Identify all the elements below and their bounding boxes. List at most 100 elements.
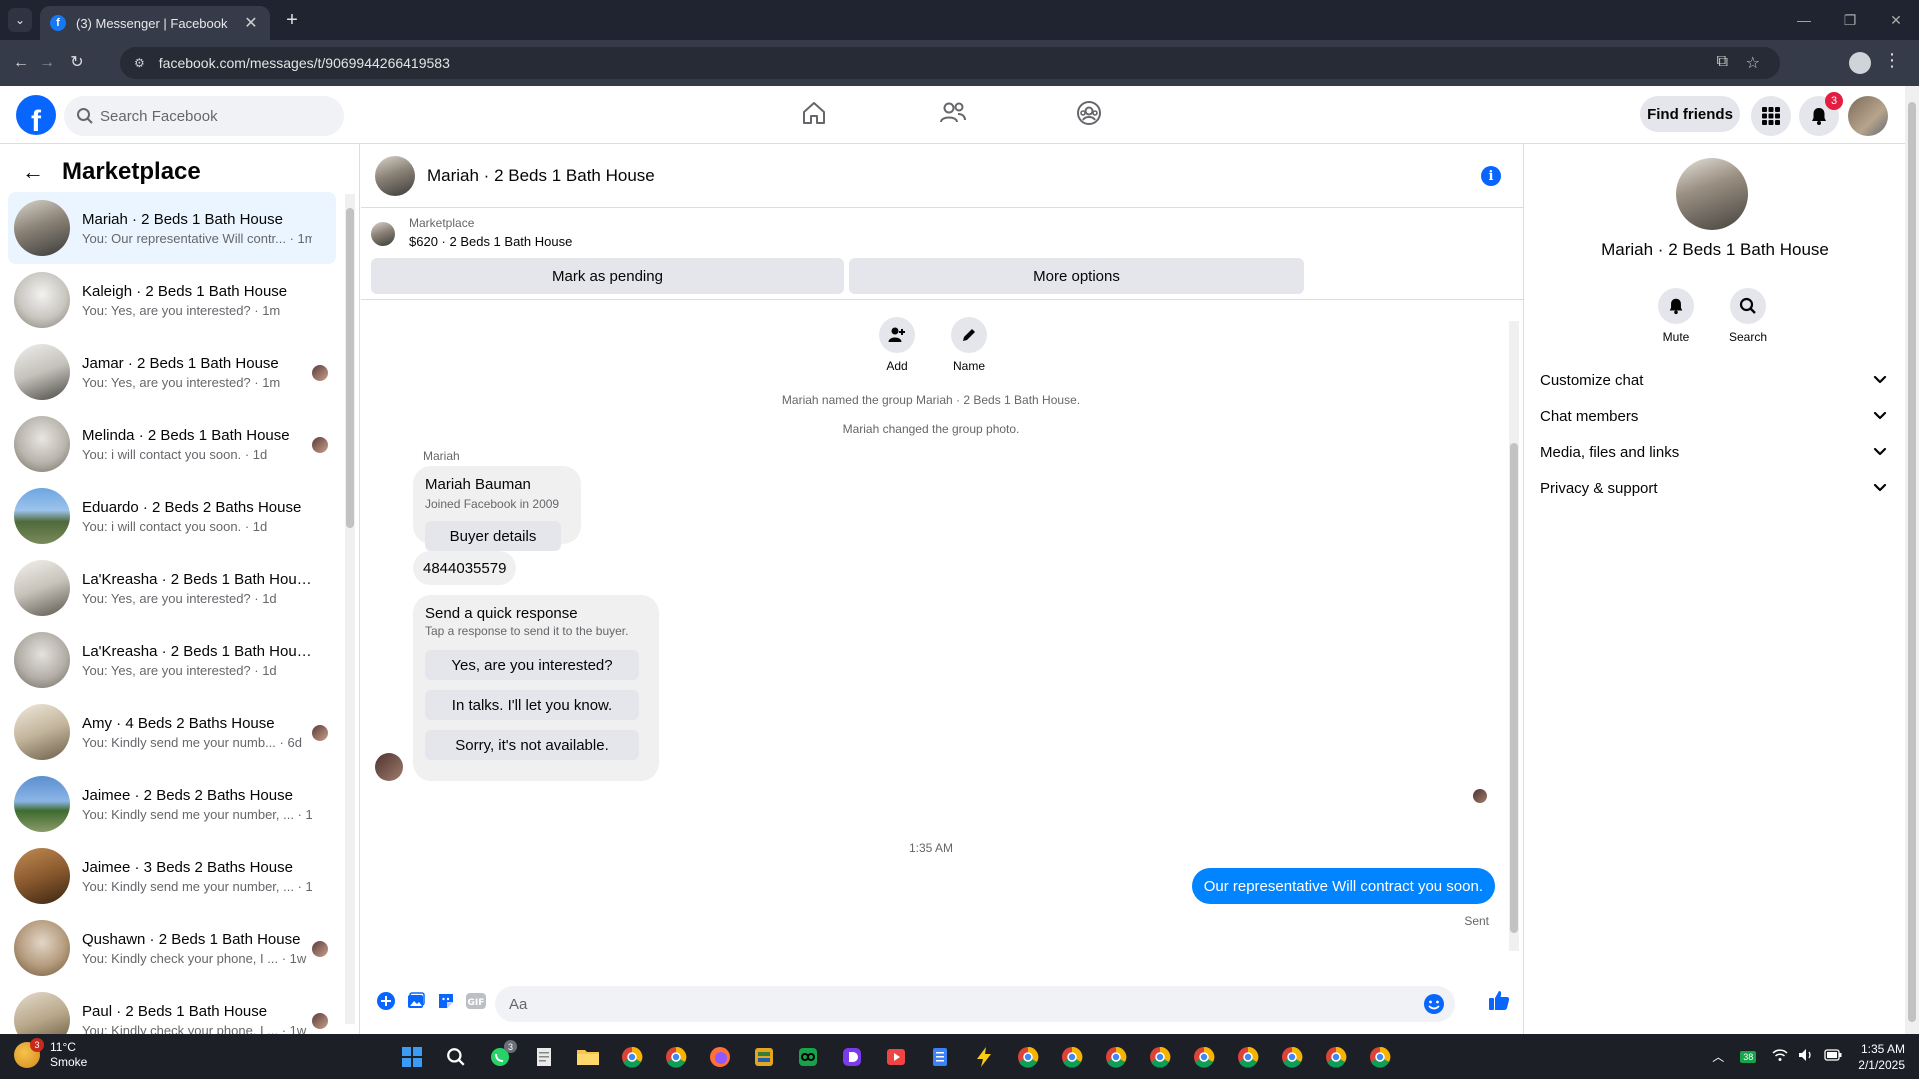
close-window-icon[interactable]: ✕ bbox=[1873, 0, 1919, 40]
chrome-profile-icon[interactable] bbox=[615, 1040, 649, 1074]
more-actions-button[interactable] bbox=[375, 990, 397, 1012]
chat-list-item[interactable]: Kaleigh · 2 Beds 1 Bath House You: Yes, a… bbox=[8, 264, 336, 336]
like-button[interactable] bbox=[1487, 988, 1511, 1012]
notepad-app-icon[interactable] bbox=[527, 1040, 561, 1074]
attach-photo-button[interactable] bbox=[405, 990, 427, 1012]
find-friends-button[interactable]: Find friends bbox=[1640, 96, 1740, 132]
chat-list-item[interactable]: Jamar · 2 Beds 1 Bath House You: Yes, are… bbox=[8, 336, 336, 408]
listing-price-title[interactable]: $620 · 2 Beds 1 Bath House bbox=[409, 234, 572, 249]
sidebar-scrollbar[interactable] bbox=[345, 194, 355, 1024]
emoji-icon[interactable] bbox=[1423, 993, 1445, 1015]
back-arrow-icon[interactable]: ← bbox=[10, 52, 32, 74]
app-icon[interactable] bbox=[967, 1040, 1001, 1074]
scrollbar-thumb[interactable] bbox=[346, 208, 354, 528]
forward-arrow-icon[interactable]: → bbox=[36, 52, 58, 74]
address-bar[interactable]: ⚙ facebook.com/messages/t/90699442664195… bbox=[120, 47, 1780, 79]
chrome-profile-icon[interactable] bbox=[1011, 1040, 1045, 1074]
info-icon[interactable]: i bbox=[1481, 166, 1501, 186]
scrollbar-thumb[interactable] bbox=[1908, 102, 1916, 1022]
friends-icon[interactable] bbox=[939, 100, 967, 126]
chat-list-item[interactable]: Amy · 4 Beds 2 Baths House You: Kindly se… bbox=[8, 696, 336, 768]
mute-action[interactable]: Mute bbox=[1646, 288, 1706, 344]
chrome-profile-icon[interactable] bbox=[1275, 1040, 1309, 1074]
facebook-search-input[interactable]: Search Facebook bbox=[64, 96, 344, 136]
quick-response-button[interactable]: Sorry, it's not available. bbox=[425, 730, 639, 760]
weather-widget[interactable]: 3 11°C Smoke bbox=[14, 1038, 87, 1070]
bookmark-star-icon[interactable]: ☆ bbox=[1746, 53, 1760, 73]
chat-list-item[interactable]: Melinda · 2 Beds 1 Bath House You: i will… bbox=[8, 408, 336, 480]
outgoing-message[interactable]: Our representative Will contract you soo… bbox=[1191, 868, 1495, 904]
buyer-details-button[interactable]: Buyer details bbox=[425, 521, 561, 551]
conversation-avatar[interactable] bbox=[375, 155, 415, 196]
quick-response-button[interactable]: Yes, are you interested? bbox=[425, 650, 639, 680]
more-options-button[interactable]: More options bbox=[849, 258, 1304, 294]
app-icon[interactable] bbox=[747, 1040, 781, 1074]
tray-app-badge[interactable]: 38 bbox=[1740, 1050, 1757, 1063]
chat-list-item[interactable]: Jaimee · 2 Beds 2 Baths House You: Kindly… bbox=[8, 768, 336, 840]
sender-avatar[interactable] bbox=[375, 753, 403, 781]
account-avatar[interactable] bbox=[1848, 96, 1888, 136]
add-people-action[interactable]: Add bbox=[867, 317, 927, 373]
browser-menu-icon[interactable]: ⋮ bbox=[1883, 50, 1901, 71]
whatsapp-icon[interactable]: 3 bbox=[483, 1040, 517, 1074]
wifi-icon[interactable] bbox=[1772, 1048, 1788, 1065]
conversation-title[interactable]: Mariah · 2 Beds 1 Bath House bbox=[427, 166, 655, 186]
start-windows-icon[interactable] bbox=[395, 1040, 429, 1074]
home-icon[interactable] bbox=[801, 100, 827, 126]
phone-number-message[interactable]: 4844035579 bbox=[413, 551, 517, 585]
groups-icon[interactable] bbox=[1076, 100, 1102, 126]
chat-list-item[interactable]: Mariah · 2 Beds 1 Bath House You: Our rep… bbox=[8, 192, 336, 264]
chat-list-item[interactable]: La'Kreasha · 2 Beds 1 Bath House You: Yes… bbox=[8, 552, 336, 624]
chat-list-item[interactable]: Eduardo · 2 Beds 2 Baths House You: i wil… bbox=[8, 480, 336, 552]
chrome-profile-icon[interactable] bbox=[1143, 1040, 1177, 1074]
chrome-profile-icon[interactable] bbox=[659, 1040, 693, 1074]
details-section-toggle[interactable]: Customize chat bbox=[1540, 360, 1890, 400]
app-icon[interactable] bbox=[879, 1040, 913, 1074]
chrome-profile-icon[interactable] bbox=[1319, 1040, 1353, 1074]
taskbar-search-icon[interactable] bbox=[439, 1040, 473, 1074]
app-icon[interactable] bbox=[835, 1040, 869, 1074]
chrome-profile-icon[interactable] bbox=[1363, 1040, 1397, 1074]
sticker-button[interactable] bbox=[435, 990, 457, 1012]
reload-icon[interactable]: ↻ bbox=[66, 52, 88, 74]
rename-action[interactable]: Name bbox=[939, 317, 999, 373]
volume-icon[interactable] bbox=[1798, 1048, 1814, 1065]
show-hidden-icons-icon[interactable]: ︿ bbox=[1712, 1048, 1724, 1065]
tab-search-button[interactable]: ⌄ bbox=[8, 8, 32, 32]
details-section-toggle[interactable]: Media, files and links bbox=[1540, 432, 1890, 472]
browser-profile-icon[interactable] bbox=[1849, 52, 1871, 74]
minimize-icon[interactable]: — bbox=[1781, 0, 1827, 40]
browser-tab[interactable]: f (3) Messenger | Facebook ✕ bbox=[40, 6, 270, 40]
new-tab-button[interactable]: + bbox=[280, 8, 304, 32]
file-explorer-icon[interactable] bbox=[571, 1040, 605, 1074]
taskbar-clock[interactable]: 1:35 AM 2/1/2025 bbox=[1858, 1041, 1905, 1073]
gif-button[interactable]: GIF bbox=[465, 990, 487, 1012]
restore-icon[interactable]: ❐ bbox=[1827, 0, 1873, 40]
mark-as-pending-button[interactable]: Mark as pending bbox=[371, 258, 844, 294]
message-input[interactable]: Aa bbox=[495, 986, 1455, 1022]
scrollbar-thumb[interactable] bbox=[1510, 443, 1518, 933]
chrome-profile-icon[interactable] bbox=[1099, 1040, 1133, 1074]
chat-avatar[interactable] bbox=[1676, 158, 1748, 230]
chrome-profile-icon[interactable] bbox=[1055, 1040, 1089, 1074]
details-section-toggle[interactable]: Privacy & support bbox=[1540, 468, 1890, 508]
app-icon[interactable] bbox=[923, 1040, 957, 1074]
chat-list-item[interactable]: Jaimee · 3 Beds 2 Baths House You: Kindly… bbox=[8, 840, 336, 912]
back-arrow-icon[interactable]: ← bbox=[22, 159, 44, 185]
facebook-logo-icon[interactable]: f bbox=[16, 95, 56, 135]
thread-scrollbar[interactable] bbox=[1507, 307, 1519, 967]
app-icon[interactable] bbox=[791, 1040, 825, 1074]
notifications-button[interactable]: 3 bbox=[1799, 92, 1843, 136]
site-info-icon[interactable]: ⚙ bbox=[134, 56, 145, 70]
firefox-icon[interactable] bbox=[703, 1040, 737, 1074]
chrome-profile-icon[interactable] bbox=[1231, 1040, 1265, 1074]
menu-grid-button[interactable] bbox=[1751, 96, 1791, 136]
search-in-chat-action[interactable]: Search bbox=[1718, 288, 1778, 344]
quick-response-button[interactable]: In talks. I'll let you know. bbox=[425, 690, 639, 720]
details-section-toggle[interactable]: Chat members bbox=[1540, 396, 1890, 436]
install-app-icon[interactable]: ⧉ bbox=[1717, 53, 1728, 71]
page-scrollbar[interactable] bbox=[1905, 86, 1919, 1034]
chat-list-item[interactable]: La'Kreasha · 2 Beds 1 Bath House You: Yes… bbox=[8, 624, 336, 696]
chat-list-item[interactable]: Qushawn · 2 Beds 1 Bath House You: Kindly… bbox=[8, 912, 336, 984]
listing-thumbnail[interactable] bbox=[371, 222, 395, 246]
